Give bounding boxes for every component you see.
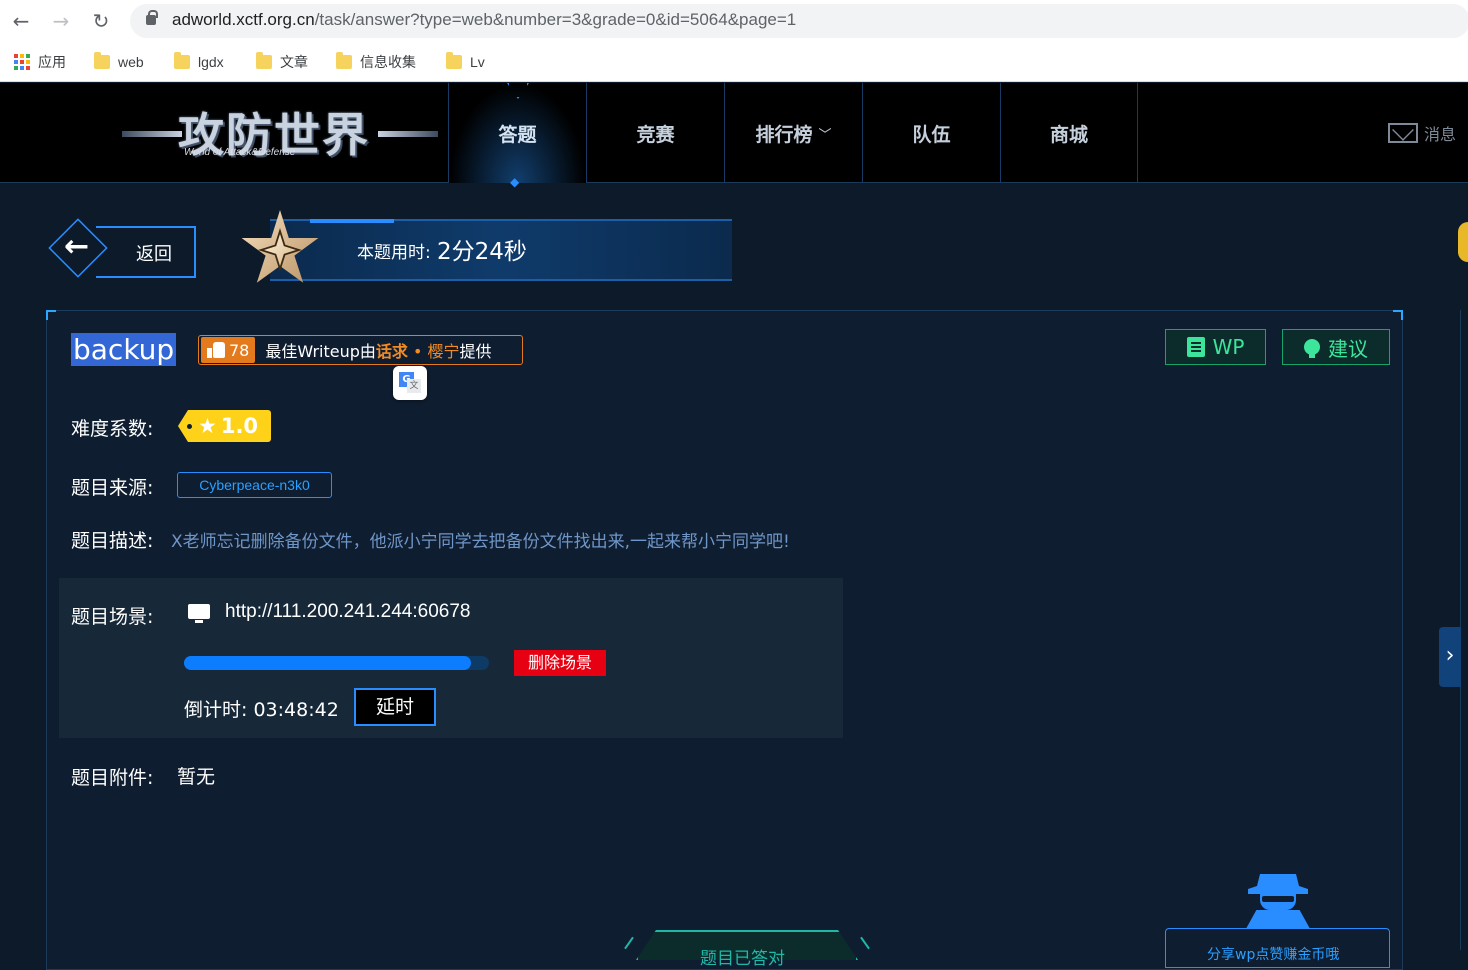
reload-icon[interactable]: ↻ <box>88 8 114 34</box>
url-text: adworld.xctf.org.cn/task/answer?type=web… <box>172 10 797 29</box>
likes-badge[interactable]: 78 <box>201 337 256 363</box>
likes-count: 78 <box>229 340 250 360</box>
suggest-button[interactable]: 建议 <box>1282 329 1390 365</box>
bookmark-label: 信息收集 <box>360 54 416 70</box>
bookmark-label: web <box>118 54 144 70</box>
nav-item-shop[interactable]: 商城 <box>1000 83 1138 183</box>
bookmark-articles[interactable]: 文章 <box>256 52 308 72</box>
main-nav: 答题 竞赛 排行榜﹀ 队伍 商城 <box>448 83 1138 189</box>
timer-value: 2分24秒 <box>437 239 527 265</box>
folder-icon <box>446 52 462 69</box>
chevron-down-icon: ﹀ <box>818 127 832 143</box>
nav-item-answer[interactable]: 答题 <box>448 83 586 189</box>
back-label: 返回 <box>136 244 172 265</box>
bookmark-label: 文章 <box>280 54 308 70</box>
scene-progress-fill <box>184 656 471 670</box>
monitor-icon <box>188 604 210 623</box>
chevron-right-icon[interactable]: › <box>1439 627 1461 687</box>
description-text: X老师忘记删除备份文件，他派小宁同学去把备份文件找出来,一起来帮小宁同学吧! <box>171 532 790 552</box>
folder-icon <box>174 52 190 69</box>
back-button[interactable]: ← 返回 <box>44 216 196 280</box>
messages-link[interactable]: 消息 <box>1387 121 1456 145</box>
nav-item-ranking[interactable]: 排行榜 ﹀ <box>724 83 862 183</box>
envelope-icon <box>1387 123 1418 143</box>
writeup-badge[interactable]: 78 最佳Writeup由话求 • 樱宁提供 <box>198 335 523 365</box>
description-label: 题目描述: <box>71 530 154 552</box>
writeup-credit: 最佳Writeup由话求 • 樱宁提供 <box>265 342 492 361</box>
side-panel <box>1460 310 1468 950</box>
site-header: 攻防世界 World of Attack&Defense 答题 竞赛 排行榜﹀ … <box>0 83 1468 189</box>
lock-icon <box>146 10 158 25</box>
share-wp-label: 分享wp点赞赚金币哦 <box>1207 947 1340 963</box>
bookmark-label: lgdx <box>198 54 224 70</box>
wp-button-label: WP <box>1212 335 1245 359</box>
side-badge-icon[interactable] <box>1458 222 1468 262</box>
bookmark-info-gathering[interactable]: 信息收集 <box>336 52 416 72</box>
messages-label: 消息 <box>1423 125 1456 144</box>
bookmarks-bar: 应用 web lgdx 文章 信息收集 Lv <box>0 42 1468 82</box>
logo-subtitle: World of Attack&Defense <box>184 147 296 158</box>
bookmark-label: Lv <box>470 54 485 70</box>
suggest-button-label: 建议 <box>1328 336 1368 361</box>
document-icon <box>1186 337 1205 357</box>
logo-wing-right <box>378 131 438 137</box>
difficulty-value: 1.0 <box>220 414 259 438</box>
apps-grid-icon <box>14 54 30 70</box>
countdown-value: 03:48:42 <box>253 699 339 721</box>
wp-button[interactable]: WP <box>1165 329 1266 365</box>
star-badge-icon <box>230 200 330 300</box>
delete-scene-button[interactable]: 删除场景 <box>514 650 606 676</box>
back-arrow-icon[interactable]: ← <box>8 8 34 34</box>
nav-item-team[interactable]: 队伍 <box>862 83 1000 183</box>
countdown: 倒计时: 03:48:42 <box>184 695 339 722</box>
scene-url-link[interactable]: http://111.200.241.244:60678 <box>225 601 470 623</box>
left-arrow-icon: ← <box>64 229 90 264</box>
attachment-value: 暂无 <box>177 766 216 788</box>
bookmark-lv[interactable]: Lv <box>446 52 485 72</box>
translate-icon[interactable]: G文 <box>393 366 427 400</box>
folder-icon <box>94 52 110 69</box>
nav-item-competition[interactable]: 竞赛 <box>586 83 724 183</box>
bookmark-lgdx[interactable]: lgdx <box>174 52 224 72</box>
countdown-label: 倒计时: <box>184 699 248 721</box>
logo-wing-left <box>122 131 182 137</box>
address-bar[interactable]: adworld.xctf.org.cn/task/answer?type=web… <box>130 4 1468 38</box>
attachment-label: 题目附件: <box>71 767 154 789</box>
thumbs-up-icon <box>207 342 225 358</box>
star-icon: ★ <box>198 414 217 438</box>
forward-arrow-icon[interactable]: → <box>48 8 74 34</box>
browser-toolbar: ← → ↻ adworld.xctf.org.cn/task/answer?ty… <box>0 0 1468 42</box>
task-title: backup <box>71 333 177 366</box>
hacker-mascot-icon <box>1238 868 1318 936</box>
extend-button[interactable]: 延时 <box>354 688 436 726</box>
difficulty-badge: ★ 1.0 <box>178 410 271 442</box>
folder-icon <box>256 52 272 69</box>
folder-icon <box>336 52 352 69</box>
bookmark-apps[interactable]: 应用 <box>14 52 66 72</box>
source-label: 题目来源: <box>71 477 154 499</box>
timer-label: 本题用时: <box>357 243 431 263</box>
difficulty-label: 难度系数: <box>71 418 154 440</box>
bookmark-web[interactable]: web <box>94 52 144 72</box>
lightbulb-icon <box>1304 339 1320 358</box>
scene-progress-bar <box>184 656 489 670</box>
site-logo[interactable]: 攻防世界 World of Attack&Defense <box>122 97 442 169</box>
bookmark-label: 应用 <box>38 54 66 70</box>
scene-label: 题目场景: <box>71 606 154 628</box>
source-tag[interactable]: Cyberpeace-n3k0 <box>177 472 332 498</box>
